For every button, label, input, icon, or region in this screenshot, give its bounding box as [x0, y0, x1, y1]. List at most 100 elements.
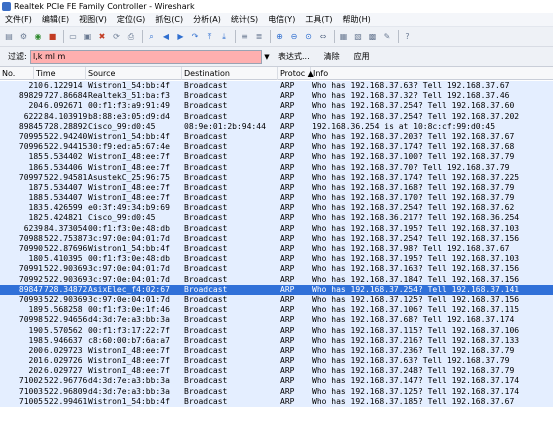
table-row[interactable]: 71002 522.967766 d4:3d:7e:a3:bb:3a Broadcas…: [0, 376, 553, 387]
cell-protocol: ARP: [280, 121, 295, 131]
menu-item-9[interactable]: 帮助(H): [337, 14, 375, 25]
table-row[interactable]: 204 6.092671 00:f1:f3:a9:91:49 Broadcast ARP…: [0, 101, 553, 112]
menu-item-8[interactable]: 工具(T): [300, 14, 337, 25]
column-header-destination[interactable]: Destination: [182, 67, 278, 80]
menu-item-1[interactable]: 编辑(E): [37, 14, 74, 25]
table-row[interactable]: 70988 522.753877 3c:97:0e:04:01:7d Broadcas…: [0, 233, 553, 244]
menu-item-6[interactable]: 统计(S): [226, 14, 263, 25]
table-row[interactable]: 71003 522.968092 d4:3d:7e:a3:bb:3a Broadcas…: [0, 386, 553, 397]
table-row[interactable]: 6239 84.373054 00:f1:f3:0e:48:db Broadcast A…: [0, 223, 553, 234]
cell-no: 185: [28, 152, 43, 162]
column-header-no[interactable]: No.: [0, 67, 34, 80]
filter-dropdown-icon[interactable]: ▼: [262, 50, 272, 64]
capture-options-icon[interactable]: ⚙: [18, 31, 30, 43]
table-row[interactable]: 70990 522.876969 Wistron1_54:bb:4f Broadcas…: [0, 244, 553, 255]
table-row[interactable]: 70992 522.903697 3c:97:0e:04:01:7d Broadcas…: [0, 274, 553, 285]
cell-no: 70998: [18, 315, 43, 325]
go-last-icon[interactable]: ⤓: [218, 31, 230, 43]
column-header-protocol[interactable]: Protoc ▲: [278, 67, 314, 80]
cell-time: 6.122914: [44, 81, 83, 90]
print-icon[interactable]: ⎙: [125, 31, 137, 43]
zoom-out-icon[interactable]: ⊖: [288, 31, 300, 43]
stop-capture-icon[interactable]: ■: [47, 31, 59, 43]
menu-item-3[interactable]: 定位(G): [112, 14, 150, 25]
table-row[interactable]: 89845 728.288928 Cisco_99:d0:45 08:9e:01:2b…: [0, 121, 553, 132]
zoom-normal-icon[interactable]: ⊙: [303, 31, 315, 43]
cell-time: 522.967766: [44, 376, 88, 386]
cell-destination: Broadcast: [184, 264, 228, 274]
display-filter-input[interactable]: l,k ml m: [30, 49, 262, 64]
open-file-icon[interactable]: ▭: [67, 31, 79, 43]
table-row[interactable]: 89829 727.866847 Realtek3_51:ba:f3 Broadcas…: [0, 91, 553, 102]
cell-source: AsixElec_f4:02:67: [88, 284, 170, 294]
close-file-icon[interactable]: ✖: [96, 31, 108, 43]
clear-button[interactable]: 清除: [324, 51, 340, 62]
cell-no: 89829: [18, 91, 43, 101]
start-capture-icon[interactable]: ◉: [32, 31, 44, 43]
cell-info: Who has 192.168.37.106? Tell 192.168.37.…: [312, 305, 520, 315]
expression-button[interactable]: 表达式...: [278, 51, 310, 62]
colorize-icon[interactable]: ≡: [239, 31, 251, 43]
help-icon[interactable]: ?: [402, 31, 414, 43]
auto-scroll-icon[interactable]: ≣: [253, 31, 265, 43]
reload-icon[interactable]: ⟳: [111, 31, 123, 43]
table-row[interactable]: 190 5.570562 00:f1:f3:17:22:7f Broadcast ARP…: [0, 325, 553, 336]
cell-info: Who has 192.168.37.236? Tell 192.168.37.…: [312, 345, 515, 355]
column-header-info[interactable]: Info: [311, 67, 553, 80]
table-row[interactable]: 189 5.568258 00:f1:f3:0e:1f:46 Broadcast ARP…: [0, 305, 553, 316]
coloring-rules-icon[interactable]: ▩: [367, 31, 379, 43]
cell-source: 3c:97:0e:04:01:7d: [88, 264, 170, 274]
apply-button[interactable]: 应用: [354, 51, 370, 62]
table-row[interactable]: 183 5.426599 e0:3f:49:34:b9:69 Broadcast ARP…: [0, 203, 553, 214]
table-row[interactable]: 182 5.424821 Cisco_99:d0:45 Broadcast ARP Who…: [0, 213, 553, 224]
table-row[interactable]: 70991 522.903694 3c:97:0e:04:01:7d Broadcas…: [0, 264, 553, 275]
find-packet-icon[interactable]: ⌕: [146, 31, 158, 43]
cell-time: 6.029726: [44, 356, 83, 366]
table-row[interactable]: 70996 522.944153 30:f9:ed:a5:67:4e Broadcas…: [0, 142, 553, 153]
column-header-time[interactable]: Time: [34, 67, 86, 80]
table-row[interactable]: 188 5.534407 WistronI_48:ee:7f Broadcast ARP…: [0, 193, 553, 204]
save-file-icon[interactable]: ▣: [82, 31, 94, 43]
cell-destination: 08:9e:01:2b:94:44: [184, 121, 266, 131]
menu-item-0[interactable]: 文件(F): [0, 14, 37, 25]
table-row[interactable]: 70993 522.903699 3c:97:0e:04:01:7d Broadcas…: [0, 294, 553, 306]
cell-no: 198: [28, 335, 43, 345]
table-row[interactable]: 201 6.029726 WistronI_48:ee:7f Broadcast ARP…: [0, 356, 553, 367]
table-row[interactable]: 200 6.029723 WistronI_48:ee:7f Broadcast ARP…: [0, 345, 553, 357]
capture-filters-icon[interactable]: ▦: [338, 31, 350, 43]
menu-item-5[interactable]: 分析(A): [188, 14, 226, 25]
cell-destination: Broadcast: [184, 162, 228, 172]
menu-item-7[interactable]: 电信(Y): [263, 14, 300, 25]
cell-destination: Broadcast: [184, 131, 228, 141]
cell-protocol: ARP: [280, 111, 295, 121]
go-to-packet-icon[interactable]: ↷: [189, 31, 201, 43]
go-first-icon[interactable]: ⤒: [204, 31, 216, 43]
zoom-in-icon[interactable]: ⊕: [274, 31, 286, 43]
column-header-source[interactable]: Source: [86, 67, 182, 80]
go-forward-icon[interactable]: ▶: [175, 31, 187, 43]
table-row-selected[interactable]: 89847 728.348722 AsixElec_f4:02:67 Broadcas…: [0, 284, 553, 295]
preferences-icon[interactable]: ✎: [381, 31, 393, 43]
table-row[interactable]: 187 5.534407 WistronI_48:ee:7f Broadcast ARP…: [0, 182, 553, 194]
table-row[interactable]: 70997 522.945813 AsustekC_25:96:75 Broadcas…: [0, 172, 553, 183]
go-back-icon[interactable]: ◀: [160, 31, 172, 43]
interface-list-icon[interactable]: ▤: [3, 31, 15, 43]
table-row[interactable]: 71005 522.994612 Wistron1_54:bb:4f Broadcas…: [0, 396, 553, 407]
cell-no: 70997: [18, 172, 43, 182]
table-row[interactable]: 198 5.946637 c8:60:00:b7:6a:a7 Broadcast ARP…: [0, 335, 553, 346]
table-row[interactable]: 180 5.410395 00:f1:f3:0e:48:db Broadcast ARP…: [0, 254, 553, 265]
table-row[interactable]: 186 5.534406 WistronI_48:ee:7f Broadcast ARP…: [0, 162, 553, 173]
resize-columns-icon[interactable]: ⇔: [317, 31, 329, 43]
menu-item-4[interactable]: 抓包(C): [150, 14, 188, 25]
table-row[interactable]: 70998 522.946562 d4:3d:7e:a3:bb:3a Broadcas…: [0, 315, 553, 326]
menu-item-2[interactable]: 视图(V): [74, 14, 112, 25]
cell-destination: Broadcast: [184, 386, 228, 396]
table-row[interactable]: 210 6.122914 Wistron1_54:bb:4f Broadcast ARP…: [0, 81, 553, 92]
table-row[interactable]: 202 6.029727 WistronI_48:ee:7f Broadcast ARP…: [0, 366, 553, 377]
table-row[interactable]: 6222 84.103919 b8:88:e3:05:d9:d4 Broadcast A…: [0, 111, 553, 122]
display-filters-icon[interactable]: ▧: [352, 31, 364, 43]
cell-protocol: ARP: [280, 213, 295, 223]
cell-protocol: ARP: [280, 376, 295, 386]
table-row[interactable]: 185 5.534402 WistronI_48:ee:7f Broadcast ARP…: [0, 152, 553, 163]
table-row[interactable]: 70995 522.942405 Wistron1_54:bb:4f Broadcas…: [0, 131, 553, 143]
